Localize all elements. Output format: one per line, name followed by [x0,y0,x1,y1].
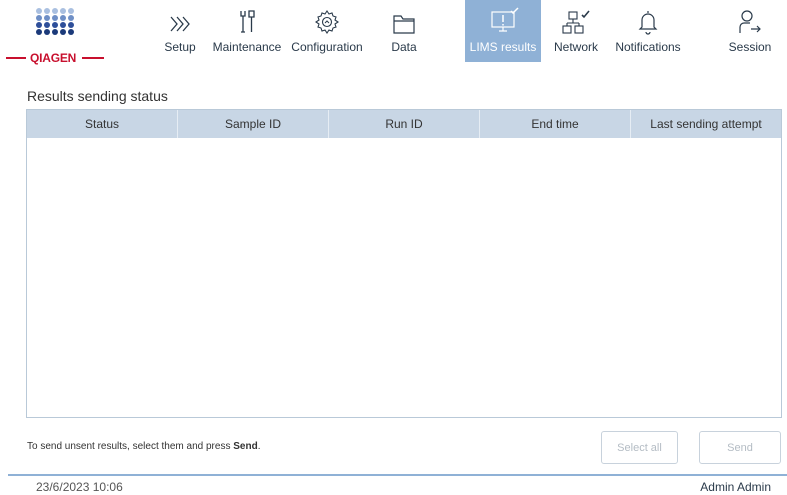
logo-dot [60,29,66,35]
nav-network-label: Network [553,40,598,54]
select-all-button[interactable]: Select all [601,431,678,464]
top-navigation-bar: QIAGEN Setup Maintenance Configuration D… [0,0,787,66]
nav-data-label: Data [391,40,417,54]
logo-line-right [82,57,104,59]
logo-dots [36,8,75,35]
logo-dot [68,29,74,35]
logo-dot [44,8,50,14]
nav-lims-results-label: LIMS results [469,40,537,54]
logo-dot [52,29,58,35]
logo-dot [44,15,50,21]
network-icon [562,10,590,34]
nav-setup[interactable]: Setup [148,0,212,62]
logo-line-left [6,57,26,59]
chevrons-right-icon [170,16,190,32]
logo-dot [52,22,58,28]
column-header-last-sending-attempt[interactable]: Last sending attempt [631,110,781,138]
nav-network[interactable]: Network [547,0,605,62]
monitor-alert-icon [491,7,519,32]
send-hint-action: Send [233,441,258,452]
logo-dot [68,8,74,14]
bell-icon [638,11,658,35]
logo-dot [68,15,74,21]
logo-dot [68,22,74,28]
nav-setup-label: Setup [164,40,196,54]
logo-dot [52,8,58,14]
nav-configuration-label: Configuration [291,40,363,54]
nav-maintenance[interactable]: Maintenance [208,0,286,62]
logo-dot [36,15,42,21]
page-title: Results sending status [27,88,168,104]
logo-dot [44,29,50,35]
logo-dot [60,15,66,21]
user-logout-icon [739,10,761,33]
status-bar-divider [8,474,787,476]
logo-dot [60,8,66,14]
nav-notifications[interactable]: Notifications [610,0,686,62]
column-header-end-time[interactable]: End time [480,110,631,138]
qiagen-logo: QIAGEN [6,8,104,66]
column-header-status[interactable]: Status [27,110,178,138]
nav-session[interactable]: Session [722,0,778,62]
nav-data[interactable]: Data [381,0,427,62]
logo-dot [36,8,42,14]
logo-dot [36,22,42,28]
logo-dot [44,22,50,28]
send-button[interactable]: Send [699,431,781,464]
table-header: Status Sample ID Run ID End time Last se… [27,110,781,138]
column-header-run-id[interactable]: Run ID [329,110,480,138]
folder-icon [393,15,415,34]
nav-maintenance-label: Maintenance [212,40,282,54]
nav-notifications-label: Notifications [615,40,681,54]
nav-lims-results[interactable]: LIMS results [465,0,541,62]
send-hint: To send unsent results, select them and … [27,441,260,452]
send-hint-suffix: . [257,441,261,452]
status-user[interactable]: Admin Admin [700,480,771,494]
nav-session-label: Session [728,40,772,54]
column-header-sample-id[interactable]: Sample ID [178,110,329,138]
logo-dot [60,22,66,28]
tools-icon [240,10,255,33]
status-datetime: 23/6/2023 10:06 [36,480,123,494]
logo-dot [36,29,42,35]
logo-text: QIAGEN [30,51,77,65]
gear-icon [315,10,339,34]
nav-configuration[interactable]: Configuration [286,0,368,62]
send-hint-prefix: To send unsent results, select them and … [27,441,234,452]
logo-dot [52,15,58,21]
results-table: Status Sample ID Run ID End time Last se… [26,109,782,418]
